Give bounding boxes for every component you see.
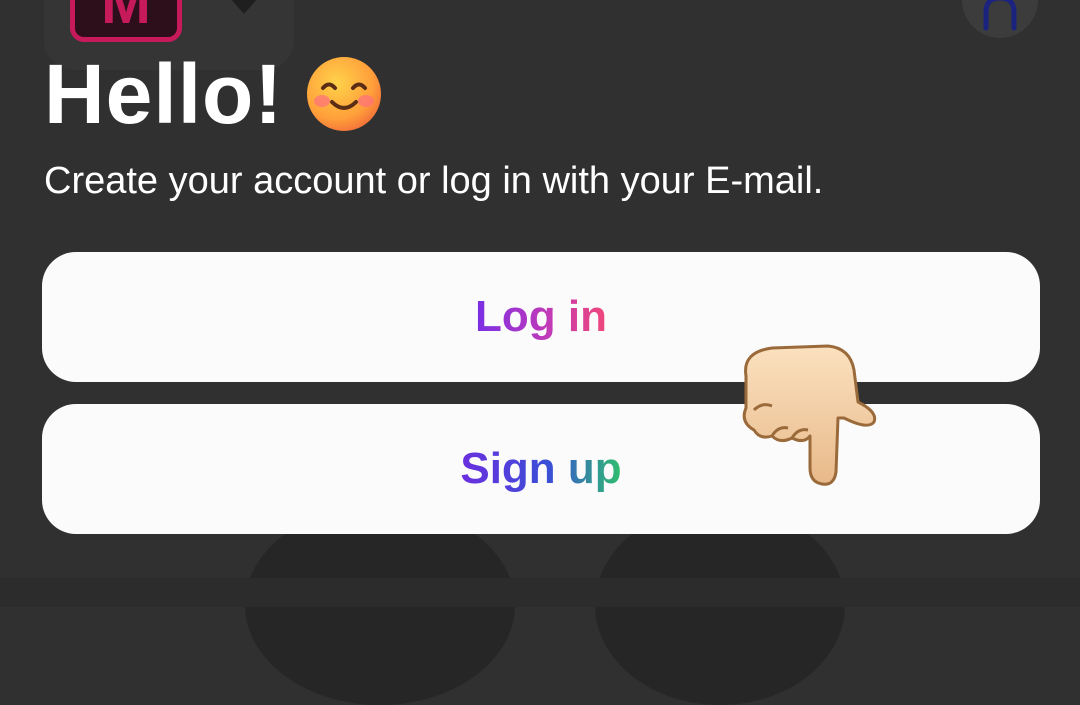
- page-title: Hello!: [44, 47, 284, 141]
- page-subtitle: Create your account or log in with your …: [44, 160, 824, 202]
- greeting-row: Hello!: [44, 52, 383, 136]
- login-button-label: Log in: [475, 292, 607, 341]
- signup-button[interactable]: Sign up: [42, 404, 1040, 534]
- background-bottom-edge: [0, 578, 1080, 607]
- smiling-face-icon: [307, 57, 382, 131]
- login-button[interactable]: Log in: [42, 252, 1040, 382]
- hand-pointing-down-icon: [742, 344, 877, 486]
- chevron-down-icon[interactable]: [226, 0, 262, 16]
- profile-icon: [983, 0, 1017, 31]
- app-logo-icon: M: [70, 0, 182, 42]
- signup-button-label: Sign up: [460, 444, 622, 493]
- logo-text: M: [101, 0, 151, 33]
- profile-button[interactable]: [962, 0, 1038, 38]
